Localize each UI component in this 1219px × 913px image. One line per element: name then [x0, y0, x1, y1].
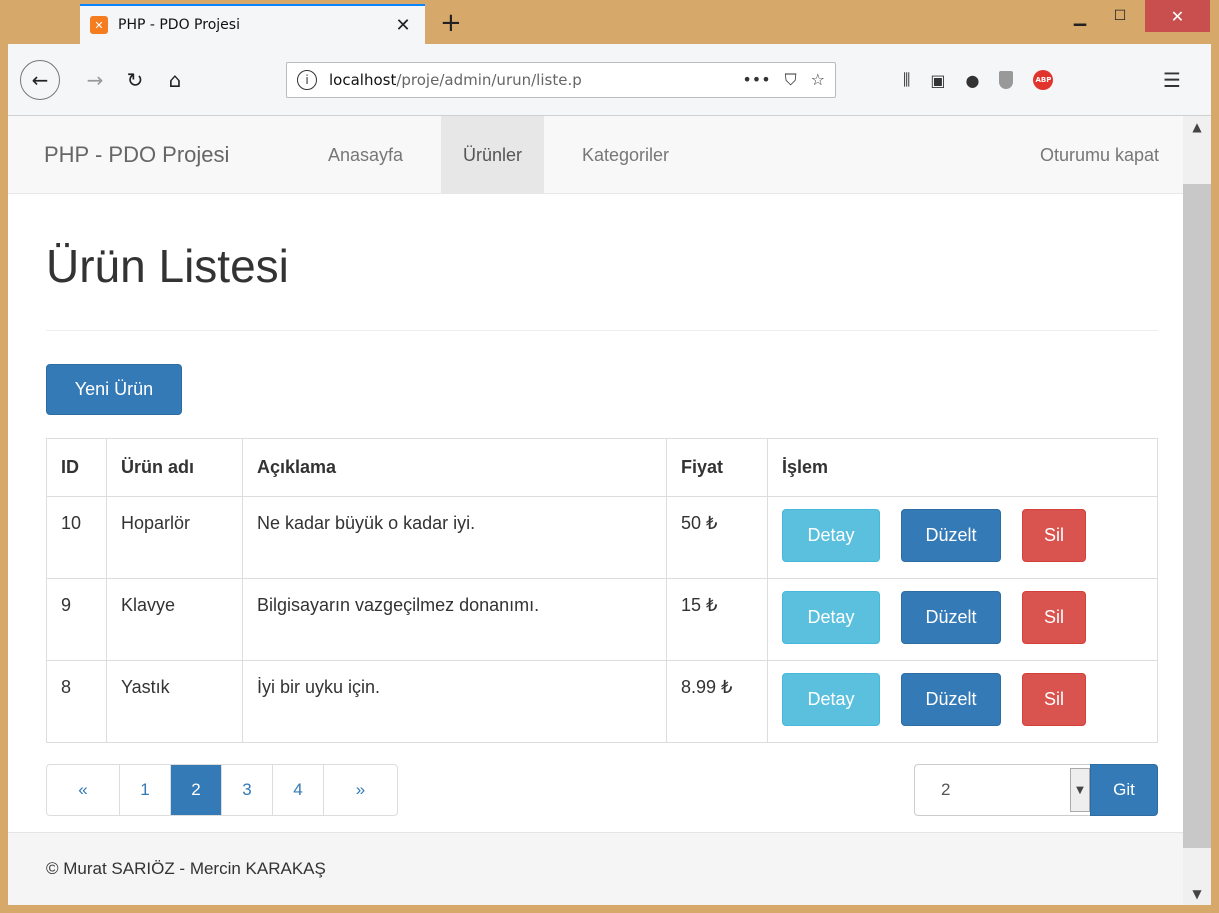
new-product-button[interactable]: Yeni Ürün [46, 364, 182, 415]
browser-window: ✕ PHP - PDO Projesi ✕ + ▁ ☐ ✕ ← → ↻ ⌂ i … [0, 0, 1219, 913]
table-header-row: ID Ürün adı Açıklama Fiyat İşlem [46, 438, 1158, 497]
cell-id: 9 [46, 578, 107, 661]
cell-name: Hoparlör [106, 496, 243, 579]
close-icon[interactable]: ✕ [1145, 0, 1210, 32]
footer: © Murat SARIÖZ - Mercin KARAKAŞ [8, 832, 1183, 905]
cell-name: Klavye [106, 578, 243, 661]
url-path: /proje/admin/urun/liste.p [396, 71, 582, 89]
nav-link-categories[interactable]: Kategoriler [560, 116, 691, 194]
tab-close-icon[interactable]: ✕ [391, 15, 415, 36]
shield-icon[interactable] [999, 71, 1014, 89]
table-row: 9 Klavye Bilgisayarın vazgeçilmez donanı… [46, 578, 1158, 661]
cell-price: 15 ₺ [666, 578, 768, 661]
nav-link-home[interactable]: Anasayfa [306, 116, 425, 194]
footer-text: © Murat SARIÖZ - Mercin KARAKAŞ [46, 859, 326, 878]
forward-icon[interactable]: → [80, 60, 110, 100]
info-icon[interactable]: i [297, 70, 317, 90]
header-actions: İşlem [767, 438, 1158, 497]
edit-button[interactable]: Düzelt [901, 509, 1001, 562]
scroll-thumb[interactable] [1183, 184, 1211, 848]
library-icon[interactable]: ⫼ [903, 70, 910, 90]
delete-button[interactable]: Sil [1022, 509, 1086, 562]
detail-button[interactable]: Detay [782, 509, 880, 562]
pagination-page-4[interactable]: 4 [273, 765, 324, 815]
cell-id: 8 [46, 660, 107, 743]
site-brand[interactable]: PHP - PDO Projesi [44, 116, 229, 194]
extension-icon[interactable]: ● [966, 71, 980, 90]
cell-actions: Detay Düzelt Sil [767, 496, 1158, 579]
nav-link-products[interactable]: Ürünler [441, 116, 545, 194]
pagination-prev[interactable]: « [47, 765, 120, 815]
page-title: Ürün Listesi [46, 240, 289, 292]
cell-id: 10 [46, 496, 107, 579]
cell-description: Ne kadar büyük o kadar iyi. [242, 496, 667, 579]
cell-actions: Detay Düzelt Sil [767, 578, 1158, 661]
pagination-page-1[interactable]: 1 [120, 765, 171, 815]
delete-button[interactable]: Sil [1022, 673, 1086, 726]
header-price: Fiyat [666, 438, 768, 497]
home-icon[interactable]: ⌂ [160, 60, 190, 100]
url-host: localhost [329, 71, 397, 89]
page-actions-icon[interactable]: ••• [742, 70, 770, 90]
header-description: Açıklama [242, 438, 667, 497]
address-bar[interactable]: i localhost /proje/admin/urun/liste.p ••… [286, 62, 836, 98]
detail-button[interactable]: Detay [782, 591, 880, 644]
edit-button[interactable]: Düzelt [901, 591, 1001, 644]
scrollbar[interactable]: ▲ ▼ [1183, 116, 1211, 905]
page-viewport: PHP - PDO Projesi Anasayfa Ürünler Kateg… [8, 116, 1211, 905]
page-select-value: 2 [941, 780, 951, 799]
cell-price: 8.99 ₺ [666, 660, 768, 743]
pagination-page-3[interactable]: 3 [222, 765, 273, 815]
sidebar-icon[interactable]: ▣ [930, 71, 945, 90]
logout-link[interactable]: Oturumu kapat [1040, 116, 1159, 194]
pocket-icon[interactable]: ⛉ [785, 70, 797, 90]
delete-button[interactable]: Sil [1022, 591, 1086, 644]
site-navbar: PHP - PDO Projesi Anasayfa Ürünler Kateg… [8, 116, 1183, 194]
table-row: 10 Hoparlör Ne kadar büyük o kadar iyi. … [46, 496, 1158, 579]
maximize-icon[interactable]: ☐ [1100, 0, 1140, 32]
browser-tab[interactable]: ✕ PHP - PDO Projesi ✕ [80, 4, 425, 44]
scroll-up-icon[interactable]: ▲ [1183, 116, 1211, 138]
goto-button[interactable]: Git [1090, 764, 1158, 816]
goto-page-group: 2 ▼ Git [914, 764, 1158, 816]
tab-title: PHP - PDO Projesi [118, 17, 240, 33]
edit-button[interactable]: Düzelt [901, 673, 1001, 726]
tab-strip: ✕ PHP - PDO Projesi ✕ + ▁ ☐ ✕ [0, 0, 1219, 44]
page: PHP - PDO Projesi Anasayfa Ürünler Kateg… [8, 116, 1183, 905]
minimize-icon[interactable]: ▁ [1060, 0, 1100, 32]
scroll-down-icon[interactable]: ▼ [1183, 883, 1211, 905]
divider [46, 330, 1158, 331]
reload-icon[interactable]: ↻ [120, 60, 150, 100]
browser-toolbar: ← → ↻ ⌂ i localhost /proje/admin/urun/li… [8, 44, 1211, 116]
cell-description: Bilgisayarın vazgeçilmez donanımı. [242, 578, 667, 661]
cell-price: 50 ₺ [666, 496, 768, 579]
chevron-down-icon[interactable]: ▼ [1070, 768, 1090, 812]
detail-button[interactable]: Detay [782, 673, 880, 726]
page-select[interactable]: 2 ▼ [914, 764, 1090, 816]
xampp-icon: ✕ [90, 16, 108, 34]
back-icon[interactable]: ← [20, 60, 60, 100]
cell-actions: Detay Düzelt Sil [767, 660, 1158, 743]
adblock-icon[interactable]: ABP [1033, 70, 1054, 90]
cell-description: İyi bir uyku için. [242, 660, 667, 743]
pagination-next[interactable]: » [324, 765, 397, 815]
bookmark-star-icon[interactable]: ☆ [811, 70, 825, 90]
table-row: 8 Yastık İyi bir uyku için. 8.99 ₺ Detay… [46, 660, 1158, 743]
new-tab-icon[interactable]: + [440, 10, 462, 36]
cell-name: Yastık [106, 660, 243, 743]
header-id: ID [46, 438, 107, 497]
pagination: « 1 2 3 4 » [46, 764, 398, 816]
header-name: Ürün adı [106, 438, 243, 497]
hamburger-menu-icon[interactable]: ☰ [1163, 60, 1181, 100]
pagination-page-2[interactable]: 2 [171, 765, 222, 815]
products-table: ID Ürün adı Açıklama Fiyat İşlem 10 Hopa… [46, 438, 1158, 743]
